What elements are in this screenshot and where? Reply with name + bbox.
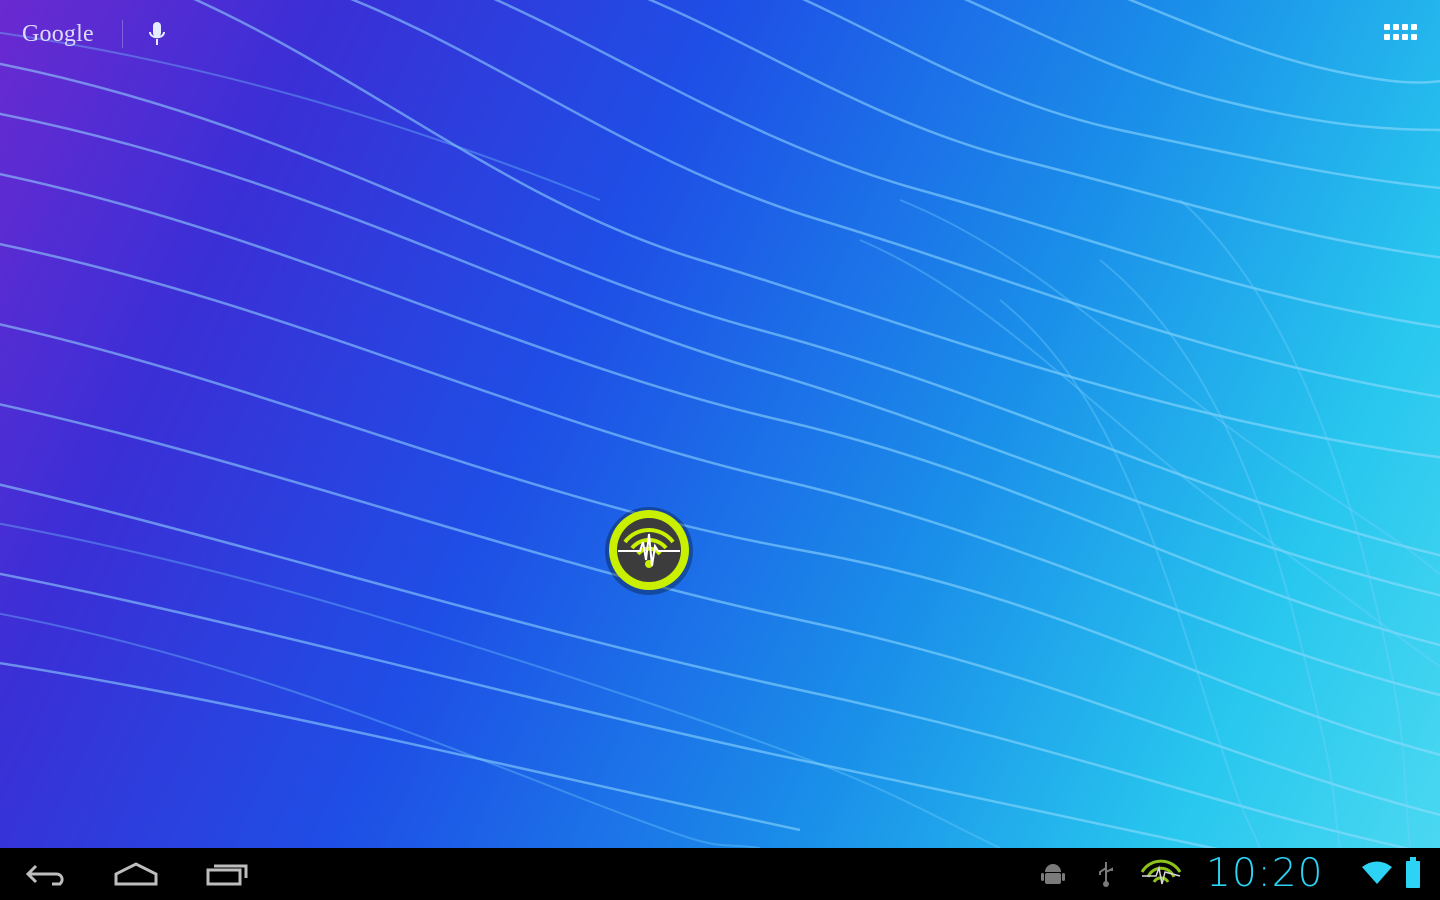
back-arrow-icon[interactable] <box>22 856 70 892</box>
wifi-analyzer-app-icon[interactable] <box>602 504 696 598</box>
search-divider <box>122 20 123 48</box>
google-search-widget[interactable]: Google <box>22 14 182 54</box>
status-clock[interactable]: 10:20 <box>1206 848 1323 900</box>
home-icon[interactable] <box>110 856 162 892</box>
android-debug-icon <box>1040 860 1066 893</box>
recent-apps-icon[interactable] <box>200 856 252 892</box>
all-apps-grid-icon[interactable] <box>1380 18 1418 48</box>
wifi-analyzer-notification-icon <box>1140 858 1182 895</box>
microphone-icon[interactable] <box>146 18 168 50</box>
wifi-signal-icon <box>1360 858 1394 893</box>
google-logo[interactable]: Google <box>22 21 94 48</box>
battery-icon <box>1404 856 1422 895</box>
wallpaper-wave-lines <box>0 0 1440 848</box>
usb-icon <box>1096 860 1116 893</box>
wallpaper <box>0 0 1440 848</box>
